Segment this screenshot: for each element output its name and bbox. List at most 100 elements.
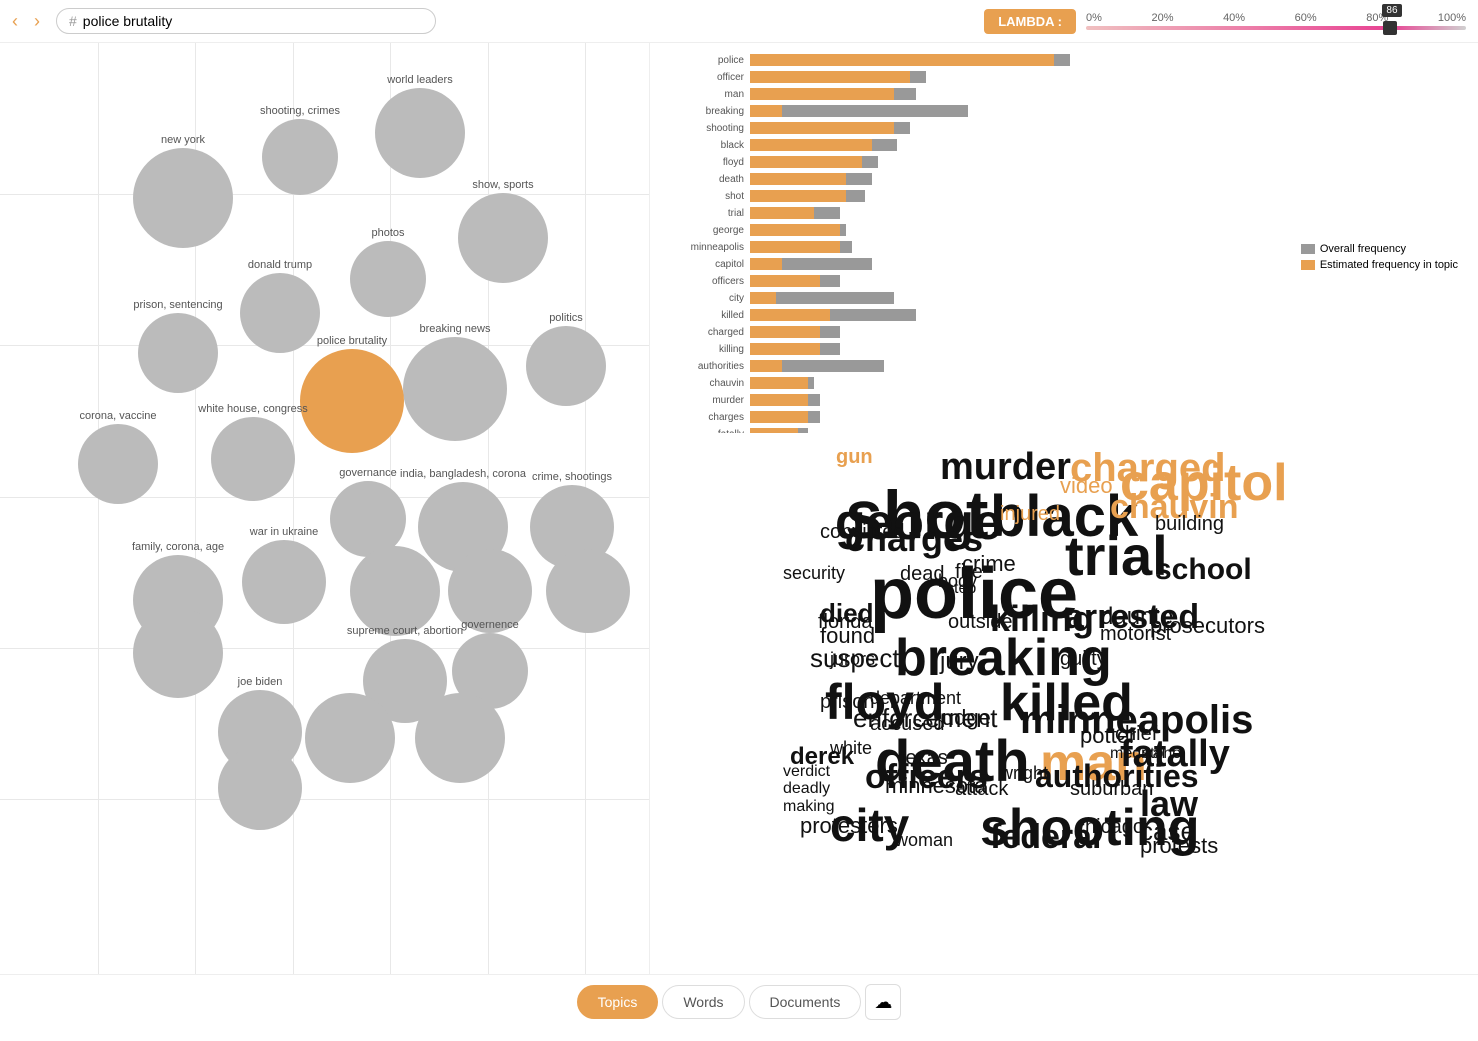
- grid-line-v: [98, 43, 99, 974]
- bar-container: [750, 258, 1458, 270]
- word-cloud-word[interactable]: chicago: [1075, 816, 1144, 839]
- word-cloud-word[interactable]: injured: [1000, 503, 1060, 526]
- bar-estimated: [750, 105, 782, 117]
- bar-container: [750, 224, 1458, 236]
- word-cloud-word[interactable]: stone: [1142, 745, 1181, 763]
- search-input[interactable]: [83, 13, 423, 29]
- main-content: world leadersshooting, crimesnew yorksho…: [0, 43, 1478, 974]
- word-cloud-word[interactable]: building: [1155, 513, 1224, 536]
- bar-container: [750, 88, 1458, 100]
- word-cloud-word[interactable]: jurors: [830, 649, 875, 670]
- bar-row: killed: [660, 308, 1458, 322]
- lambda-button[interactable]: LAMBDA :: [984, 9, 1076, 34]
- word-cloud-word[interactable]: wright: [1000, 763, 1048, 784]
- word-cloud-word[interactable]: motorist: [1100, 623, 1171, 646]
- word-cloud-word[interactable]: dead: [900, 563, 945, 586]
- word-cloud-word[interactable]: verdict: [783, 763, 830, 781]
- word-cloud-word[interactable]: step: [946, 580, 976, 598]
- topic-bubble-27[interactable]: [218, 746, 302, 830]
- word-cloud-word[interactable]: convicted: [820, 521, 905, 544]
- slider-labels: 0% 20% 40% 60% 80% 100%: [1086, 12, 1466, 24]
- word-cloud-word[interactable]: video: [1060, 473, 1113, 499]
- word-cloud-word[interactable]: jury: [940, 648, 979, 676]
- topic-bubble-16[interactable]: [242, 540, 326, 624]
- word-cloud-word[interactable]: prison: [820, 691, 874, 714]
- topic-bubble-7[interactable]: [138, 313, 218, 393]
- bar-label: killed: [660, 310, 750, 321]
- word-cloud-word[interactable]: white: [830, 738, 872, 759]
- word-cloud-word[interactable]: guilty: [1060, 648, 1107, 671]
- topic-bubble-25[interactable]: [305, 693, 395, 783]
- bar-estimated: [750, 88, 894, 100]
- bubble-label-22: governence: [461, 619, 519, 631]
- word-cloud-word[interactable]: outside: [948, 611, 1013, 634]
- word-cloud-word[interactable]: accused: [870, 713, 945, 736]
- bar-label: officer: [660, 72, 750, 83]
- bar-container: [750, 105, 1458, 117]
- topic-bubble-6[interactable]: [240, 273, 320, 353]
- right-panel: Overall frequency Estimated frequency in…: [650, 43, 1478, 974]
- bar-label: trial: [660, 208, 750, 219]
- bar-container: [750, 139, 1458, 151]
- word-cloud-word[interactable]: protesters: [800, 813, 898, 839]
- bar-row: police: [660, 53, 1458, 67]
- topic-bubble-9[interactable]: [403, 337, 507, 441]
- bubble-label-21: supreme court, abortion: [347, 625, 463, 637]
- forward-button[interactable]: ›: [34, 11, 40, 32]
- bar-container: [750, 207, 1458, 219]
- topic-bubble-23[interactable]: [133, 608, 223, 698]
- bar-container: [750, 190, 1458, 202]
- topic-bubble-8[interactable]: [526, 326, 606, 406]
- word-cloud-word[interactable]: died: [820, 598, 873, 629]
- topic-bubble-1[interactable]: [375, 88, 465, 178]
- bar-container: [750, 275, 1458, 287]
- word-cloud-word[interactable]: making: [783, 798, 835, 816]
- word-cloud-word[interactable]: trial: [1065, 523, 1168, 588]
- topic-bubble-11[interactable]: [211, 417, 295, 501]
- word-cloud-word[interactable]: texas: [900, 747, 948, 770]
- word-cloud-word[interactable]: gun: [836, 446, 873, 469]
- bar-row: killing: [660, 342, 1458, 356]
- topic-bubble-19[interactable]: [546, 549, 630, 633]
- bottom-tabs: TopicsWordsDocuments☁: [0, 974, 1478, 1029]
- topic-bubble-2[interactable]: [262, 119, 338, 195]
- topic-bubble-17[interactable]: [350, 546, 440, 636]
- hash-icon: #: [69, 13, 77, 29]
- bar-row: chauvin: [660, 376, 1458, 390]
- topic-bubble-4[interactable]: [458, 193, 548, 283]
- back-button[interactable]: ‹: [12, 11, 18, 32]
- bar-estimated: [750, 326, 820, 338]
- cloud-download-button[interactable]: ☁: [865, 984, 901, 1020]
- word-cloud-word[interactable]: suburban: [1070, 778, 1153, 801]
- word-cloud-word[interactable]: crime: [962, 551, 1016, 577]
- bar-label: capitol: [660, 259, 750, 270]
- topic-bubble-3[interactable]: [133, 148, 233, 248]
- bar-label: city: [660, 293, 750, 304]
- tab-documents[interactable]: Documents: [749, 985, 862, 1019]
- word-cloud-word[interactable]: school: [1155, 553, 1252, 587]
- slider-thumb[interactable]: [1383, 21, 1397, 35]
- bar-label: george: [660, 225, 750, 236]
- topic-bubble-26[interactable]: [415, 693, 505, 783]
- word-cloud-word[interactable]: protests: [1140, 833, 1218, 859]
- lambda-slider-track[interactable]: 86: [1086, 26, 1466, 30]
- word-cloud-word[interactable]: department: [870, 688, 961, 709]
- tab-topics[interactable]: Topics: [577, 985, 659, 1019]
- bubble-label-12: corona, vaccine: [79, 410, 156, 422]
- bar-container: [750, 377, 1458, 389]
- bubble-label-4: show, sports: [472, 179, 533, 191]
- topic-bubble-10[interactable]: [300, 349, 404, 453]
- word-cloud-word[interactable]: murder: [940, 446, 1071, 489]
- word-cloud-word[interactable]: security: [783, 563, 845, 584]
- tab-words[interactable]: Words: [662, 985, 744, 1019]
- bar-row: floyd: [660, 155, 1458, 169]
- bubble-label-3: new york: [161, 134, 205, 146]
- word-cloud-word[interactable]: woman: [895, 830, 953, 851]
- bar-estimated: [750, 360, 782, 372]
- word-cloud-word[interactable]: chief: [1115, 723, 1157, 746]
- bar-label: charged: [660, 327, 750, 338]
- word-cloud-word[interactable]: deadly: [783, 780, 830, 798]
- word-cloud: policekillingbreakingfloydkilleddeathman…: [650, 433, 1478, 974]
- topic-bubble-5[interactable]: [350, 241, 426, 317]
- topic-bubble-12[interactable]: [78, 424, 158, 504]
